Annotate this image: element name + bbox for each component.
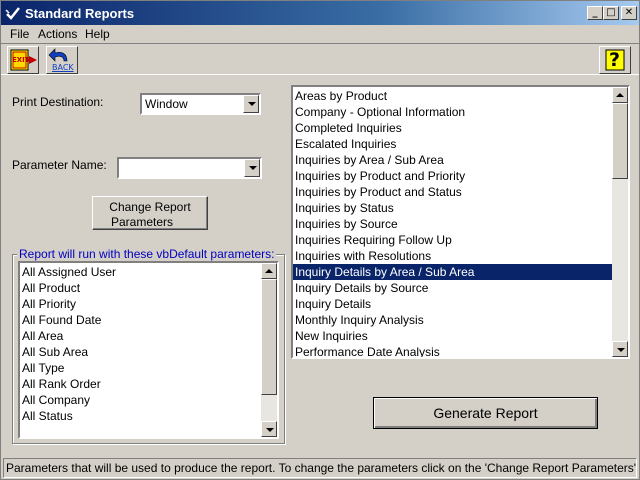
toolbar: EXIT BACK ? <box>1 43 639 75</box>
report-list-item[interactable]: Inquiries by Product and Status <box>293 184 612 200</box>
scroll-up-button[interactable] <box>612 87 628 103</box>
report-list-item[interactable]: Inquiries by Product and Priority <box>293 168 612 184</box>
maximize-button[interactable]: □ <box>603 6 619 20</box>
chevron-up-icon <box>265 269 273 273</box>
chevron-up-icon <box>616 93 624 97</box>
report-list-item[interactable]: Inquiries by Area / Sub Area <box>293 152 612 168</box>
chevron-down-icon <box>266 428 274 432</box>
chevron-down-icon <box>617 348 625 352</box>
report-list-item[interactable]: Areas by Product <box>293 88 612 104</box>
parameters-list[interactable]: All Assigned User All Product All Priority… <box>18 261 279 439</box>
report-list-item[interactable]: Monthly Inquiry Analysis <box>293 312 612 328</box>
scroll-up-button[interactable] <box>261 263 277 279</box>
print-destination-label: Print Destination: <box>12 95 104 109</box>
generate-report-label: Generate Report <box>433 405 538 421</box>
parameter-list-item[interactable]: All Area <box>20 328 261 344</box>
report-list-item[interactable]: Performance Date Analysis <box>293 344 612 357</box>
close-button[interactable]: ✕ <box>621 6 637 20</box>
standard-reports-window: Standard Reports _ □ ✕ File Actions Help… <box>0 0 640 480</box>
scroll-down-button[interactable] <box>612 341 628 357</box>
menu-file[interactable]: File <box>10 27 29 41</box>
report-list-item[interactable]: Inquiry Details <box>293 296 612 312</box>
title-bar[interactable]: Standard Reports _ □ ✕ <box>1 1 639 25</box>
scroll-thumb[interactable] <box>261 279 277 395</box>
parameter-list-item[interactable]: All Priority <box>20 296 261 312</box>
back-button[interactable]: BACK <box>46 46 78 74</box>
maximize-icon: □ <box>606 7 616 18</box>
parameter-list-item[interactable]: All Sub Area <box>20 344 261 360</box>
parameter-list-item[interactable]: All Company <box>20 392 261 408</box>
help-question-mark: ? <box>609 49 621 71</box>
status-bar: Parameters that will be used to produce … <box>3 458 637 478</box>
parameters-rows: All Assigned User All Product All Priority… <box>20 264 261 424</box>
app-icon <box>5 7 20 20</box>
report-list-item[interactable]: Inquiries by Source <box>293 216 612 232</box>
exit-label: EXIT <box>12 56 30 64</box>
close-icon: ✕ <box>624 7 634 18</box>
report-list-item[interactable]: New Inquiries <box>293 328 612 344</box>
reports-list[interactable]: Areas by Product Company - Optional Infor… <box>291 85 630 359</box>
print-destination-value: Window <box>145 97 188 111</box>
print-destination-select[interactable]: Window <box>140 93 261 115</box>
menu-bar: File Actions Help <box>1 25 639 43</box>
reports-rows: Areas by Product Company - Optional Infor… <box>293 88 612 357</box>
parameter-list-item[interactable]: All Status <box>20 408 261 424</box>
reports-scrollbar[interactable] <box>612 87 628 357</box>
chevron-down-icon <box>249 166 257 170</box>
change-report-parameters-button[interactable]: Change Report Parameters <box>92 196 208 230</box>
change-params-line1: Change Report <box>109 200 191 214</box>
window-title: Standard Reports <box>25 6 135 21</box>
parameter-list-item[interactable]: All Product <box>20 280 261 296</box>
print-destination-dropdown-button[interactable] <box>243 95 259 113</box>
help-button[interactable]: ? <box>599 46 631 74</box>
parameter-list-item[interactable]: All Rank Order <box>20 376 261 392</box>
exit-button[interactable]: EXIT <box>7 46 39 74</box>
parameters-scrollbar[interactable] <box>261 263 277 437</box>
scroll-thumb[interactable] <box>612 103 628 179</box>
report-list-item[interactable]: Inquiries with Resolutions <box>293 248 612 264</box>
chevron-down-icon <box>248 102 256 106</box>
change-params-line2: Parameters <box>111 215 174 229</box>
parameter-name-select[interactable] <box>117 157 262 179</box>
parameters-group-title: Report will run with these vbDefault par… <box>17 247 277 261</box>
scroll-down-button[interactable] <box>261 421 277 437</box>
report-list-item[interactable]: Inquiry Details by Area / Sub Area <box>293 264 612 280</box>
parameter-name-label: Parameter Name: <box>12 158 107 172</box>
report-list-item[interactable]: Inquiries by Status <box>293 200 612 216</box>
back-label: BACK <box>52 63 74 72</box>
minimize-icon: _ <box>592 7 598 18</box>
minimize-button[interactable]: _ <box>587 6 603 20</box>
parameter-list-item[interactable]: All Assigned User <box>20 264 261 280</box>
generate-report-button[interactable]: Generate Report <box>373 397 598 429</box>
report-list-item[interactable]: Completed Inquiries <box>293 120 612 136</box>
menu-actions[interactable]: Actions <box>38 27 77 41</box>
parameter-name-dropdown-button[interactable] <box>244 159 260 177</box>
report-list-item[interactable]: Inquiries Requiring Follow Up <box>293 232 612 248</box>
menu-help[interactable]: Help <box>85 27 110 41</box>
report-list-item[interactable]: Company - Optional Information <box>293 104 612 120</box>
report-list-item[interactable]: Escalated Inquiries <box>293 136 612 152</box>
report-list-item[interactable]: Inquiry Details by Source <box>293 280 612 296</box>
parameter-list-item[interactable]: All Type <box>20 360 261 376</box>
parameter-list-item[interactable]: All Found Date <box>20 312 261 328</box>
